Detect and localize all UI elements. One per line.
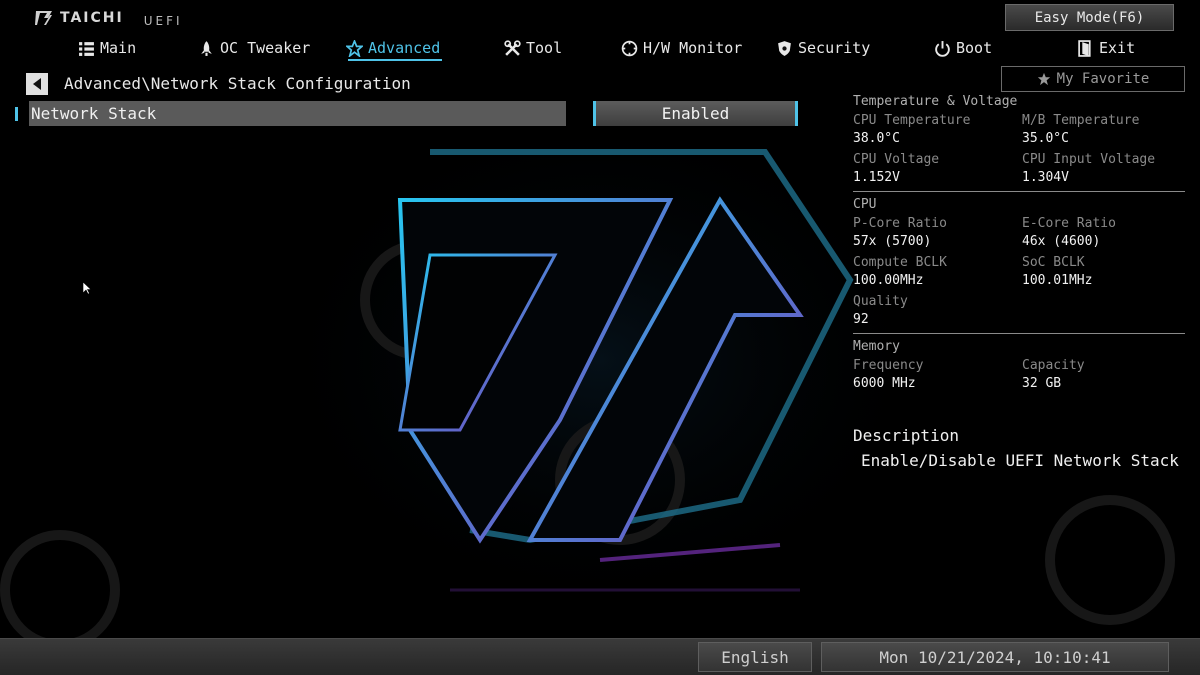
- tab-oc-tweaker-label: OC Tweaker: [220, 39, 311, 57]
- selected-row-marker: [15, 107, 18, 121]
- brand: TAICHI UEFI: [34, 8, 183, 28]
- tab-tool[interactable]: Tool: [504, 36, 562, 60]
- language-button[interactable]: English: [698, 642, 812, 672]
- divider: [853, 191, 1185, 192]
- cpu-voltage-label: CPU Voltage: [853, 152, 940, 167]
- info-cell: CPU Temperature 38.0°C: [853, 112, 1022, 151]
- quality-value: 92: [853, 312, 869, 327]
- cpu-input-voltage-label: CPU Input Voltage: [1022, 152, 1156, 167]
- capacity-value: 32 GB: [1022, 376, 1062, 391]
- easy-mode-button[interactable]: Easy Mode(F6): [1005, 4, 1174, 31]
- info-cell: E-Core Ratio 46x (4600): [1022, 215, 1185, 254]
- tab-hw-monitor[interactable]: H/W Monitor: [621, 36, 742, 60]
- list-icon: [79, 41, 94, 56]
- temp-voltage-title: Temperature & Voltage: [853, 94, 1018, 109]
- brand-sub: UEFI: [143, 14, 183, 28]
- ecore-ratio-value: 46x (4600): [1022, 234, 1101, 249]
- info-cell: Capacity 32 GB: [1022, 357, 1185, 396]
- setting-label: Network Stack: [31, 104, 157, 123]
- info-cell: Compute BCLK 100.00MHz: [853, 254, 1022, 293]
- cpu-temp-value: 38.0°C: [853, 131, 900, 146]
- mb-temp-value: 35.0°C: [1022, 131, 1069, 146]
- tab-main[interactable]: Main: [78, 36, 136, 60]
- power-icon: [935, 40, 950, 57]
- tab-oc-tweaker[interactable]: OC Tweaker: [198, 36, 310, 60]
- tab-boot[interactable]: Boot: [934, 36, 992, 60]
- tab-exit-label: Exit: [1099, 39, 1136, 57]
- setting-row-network-stack[interactable]: Network Stack: [29, 101, 566, 126]
- setting-value-dropdown[interactable]: Enabled: [593, 101, 798, 126]
- info-cell: Quality 92: [853, 293, 1022, 332]
- asrock-logo-icon: [35, 11, 52, 25]
- soc-bclk-label: SoC BCLK: [1022, 255, 1085, 270]
- compute-bclk-value: 100.00MHz: [853, 273, 924, 288]
- tab-main-label: Main: [100, 39, 137, 57]
- back-arrow-icon: [33, 78, 41, 90]
- tab-security-label: Security: [798, 39, 871, 57]
- star-icon: [346, 39, 363, 57]
- divider: [853, 333, 1185, 334]
- compute-bclk-label: Compute BCLK: [853, 255, 947, 270]
- tab-hw-monitor-label: H/W Monitor: [643, 39, 743, 57]
- tab-exit[interactable]: Exit: [1077, 36, 1135, 60]
- pcore-ratio-value: 57x (5700): [853, 234, 932, 249]
- info-cell: M/B Temperature 35.0°C: [1022, 112, 1185, 151]
- description-title: Description: [853, 426, 959, 445]
- info-cell: CPU Voltage 1.152V: [853, 151, 1022, 190]
- back-button[interactable]: [26, 73, 48, 95]
- info-cell: SoC BCLK 100.01MHz: [1022, 254, 1185, 293]
- tab-security[interactable]: Security: [776, 36, 870, 60]
- soc-bclk-value: 100.01MHz: [1022, 273, 1093, 288]
- shield-icon: [778, 40, 791, 56]
- cpu-title: CPU: [853, 197, 877, 212]
- exit-icon: [1078, 39, 1091, 57]
- frequency-value: 6000 MHz: [853, 376, 916, 391]
- datetime-display[interactable]: Mon 10/21/2024, 10:10:41: [821, 642, 1169, 672]
- tab-advanced[interactable]: Advanced: [346, 36, 443, 61]
- info-cell: P-Core Ratio 57x (5700): [853, 215, 1022, 254]
- ecore-ratio-label: E-Core Ratio: [1022, 216, 1116, 231]
- tools-icon: [504, 39, 521, 56]
- breadcrumb: Advanced\Network Stack Configuration: [64, 74, 411, 93]
- capacity-label: Capacity: [1022, 358, 1085, 373]
- tab-tool-label: Tool: [526, 39, 563, 57]
- info-cell: Frequency 6000 MHz: [853, 357, 1022, 396]
- quality-label: Quality: [853, 294, 908, 309]
- description-text: Enable/Disable UEFI Network Stack: [861, 451, 1179, 470]
- brand-name: TAICHI: [60, 10, 124, 26]
- mb-temp-label: M/B Temperature: [1022, 113, 1140, 128]
- pcore-ratio-label: P-Core Ratio: [853, 216, 947, 231]
- my-favorite-button[interactable]: My Favorite: [1001, 66, 1185, 92]
- info-cell: CPU Input Voltage 1.304V: [1022, 151, 1185, 190]
- tab-boot-label: Boot: [956, 39, 993, 57]
- monitor-icon: [621, 40, 638, 56]
- tab-advanced-label: Advanced: [368, 39, 441, 57]
- cpu-input-voltage-value: 1.304V: [1022, 170, 1069, 185]
- rocket-icon: [201, 40, 212, 56]
- mouse-cursor-icon: [83, 282, 91, 295]
- my-favorite-label: My Favorite: [1056, 71, 1150, 87]
- memory-title: Memory: [853, 339, 900, 354]
- frequency-label: Frequency: [853, 358, 924, 373]
- cpu-temp-label: CPU Temperature: [853, 113, 971, 128]
- star-icon: [1037, 72, 1050, 86]
- cpu-voltage-value: 1.152V: [853, 170, 900, 185]
- info-panel: Temperature & Voltage CPU Temperature 38…: [853, 94, 1185, 396]
- top-nav: Main OC Tweaker Advanced Tool H/W Monito…: [0, 36, 1200, 61]
